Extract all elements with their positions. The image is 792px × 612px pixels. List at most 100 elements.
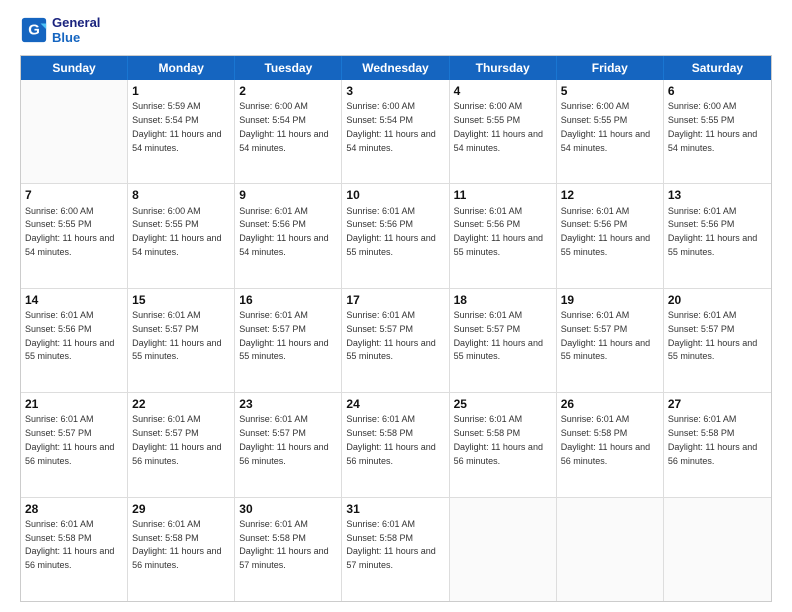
- day-number: 22: [132, 396, 230, 412]
- calendar-empty-cell: [21, 80, 128, 183]
- day-number: 3: [346, 83, 444, 99]
- day-number: 17: [346, 292, 444, 308]
- day-number: 2: [239, 83, 337, 99]
- weekday-header-sunday: Sunday: [21, 56, 128, 80]
- sunset-text: Sunset: 5:58 PM: [668, 428, 735, 438]
- sunrise-text: Sunrise: 6:01 AM: [346, 519, 415, 529]
- sunrise-text: Sunrise: 5:59 AM: [132, 101, 201, 111]
- sunset-text: Sunset: 5:56 PM: [239, 219, 306, 229]
- sunset-text: Sunset: 5:57 PM: [239, 324, 306, 334]
- daylight-text: Daylight: 11 hours and 56 minutes.: [132, 442, 221, 466]
- day-number: 24: [346, 396, 444, 412]
- day-number: 21: [25, 396, 123, 412]
- daylight-text: Daylight: 11 hours and 54 minutes.: [561, 129, 650, 153]
- weekday-header-friday: Friday: [557, 56, 664, 80]
- sunrise-text: Sunrise: 6:01 AM: [346, 414, 415, 424]
- calendar-day-24: 24Sunrise: 6:01 AMSunset: 5:58 PMDayligh…: [342, 393, 449, 496]
- daylight-text: Daylight: 11 hours and 56 minutes.: [239, 442, 328, 466]
- calendar-page: G General Blue SundayMondayTuesdayWednes…: [0, 0, 792, 612]
- calendar-day-15: 15Sunrise: 6:01 AMSunset: 5:57 PMDayligh…: [128, 289, 235, 392]
- day-number: 13: [668, 187, 767, 203]
- sunrise-text: Sunrise: 6:01 AM: [561, 206, 630, 216]
- calendar-day-6: 6Sunrise: 6:00 AMSunset: 5:55 PMDaylight…: [664, 80, 771, 183]
- sunset-text: Sunset: 5:58 PM: [132, 533, 199, 543]
- sunset-text: Sunset: 5:58 PM: [454, 428, 521, 438]
- calendar-week-2: 7Sunrise: 6:00 AMSunset: 5:55 PMDaylight…: [21, 184, 771, 288]
- sunrise-text: Sunrise: 6:01 AM: [132, 519, 201, 529]
- sunrise-text: Sunrise: 6:01 AM: [668, 206, 737, 216]
- sunrise-text: Sunrise: 6:01 AM: [454, 206, 523, 216]
- sunrise-text: Sunrise: 6:01 AM: [454, 414, 523, 424]
- calendar-day-8: 8Sunrise: 6:00 AMSunset: 5:55 PMDaylight…: [128, 184, 235, 287]
- calendar-day-3: 3Sunrise: 6:00 AMSunset: 5:54 PMDaylight…: [342, 80, 449, 183]
- sunset-text: Sunset: 5:57 PM: [132, 428, 199, 438]
- daylight-text: Daylight: 11 hours and 55 minutes.: [239, 338, 328, 362]
- weekday-header-tuesday: Tuesday: [235, 56, 342, 80]
- calendar-day-19: 19Sunrise: 6:01 AMSunset: 5:57 PMDayligh…: [557, 289, 664, 392]
- sunset-text: Sunset: 5:56 PM: [561, 219, 628, 229]
- sunrise-text: Sunrise: 6:00 AM: [239, 101, 308, 111]
- daylight-text: Daylight: 11 hours and 55 minutes.: [346, 233, 435, 257]
- day-number: 4: [454, 83, 552, 99]
- sunset-text: Sunset: 5:57 PM: [132, 324, 199, 334]
- day-number: 15: [132, 292, 230, 308]
- sunset-text: Sunset: 5:55 PM: [132, 219, 199, 229]
- daylight-text: Daylight: 11 hours and 54 minutes.: [346, 129, 435, 153]
- sunset-text: Sunset: 5:56 PM: [454, 219, 521, 229]
- day-number: 1: [132, 83, 230, 99]
- calendar-day-17: 17Sunrise: 6:01 AMSunset: 5:57 PMDayligh…: [342, 289, 449, 392]
- day-number: 11: [454, 187, 552, 203]
- calendar-day-12: 12Sunrise: 6:01 AMSunset: 5:56 PMDayligh…: [557, 184, 664, 287]
- day-number: 31: [346, 501, 444, 517]
- daylight-text: Daylight: 11 hours and 54 minutes.: [239, 129, 328, 153]
- sunrise-text: Sunrise: 6:01 AM: [25, 310, 94, 320]
- calendar-day-31: 31Sunrise: 6:01 AMSunset: 5:58 PMDayligh…: [342, 498, 449, 601]
- weekday-header-monday: Monday: [128, 56, 235, 80]
- day-number: 19: [561, 292, 659, 308]
- calendar-week-3: 14Sunrise: 6:01 AMSunset: 5:56 PMDayligh…: [21, 289, 771, 393]
- sunset-text: Sunset: 5:58 PM: [239, 533, 306, 543]
- calendar-day-5: 5 Sunrise: 6:00 AM Sunset: 5:55 PM Daylight…: [557, 80, 664, 183]
- sunrise-text: Sunrise: 6:01 AM: [561, 414, 630, 424]
- sunrise-text: Sunrise: 6:00 AM: [346, 101, 415, 111]
- logo-text: General Blue: [52, 15, 100, 45]
- daylight-text: Daylight: 11 hours and 55 minutes.: [668, 338, 757, 362]
- calendar-day-16: 16Sunrise: 6:01 AMSunset: 5:57 PMDayligh…: [235, 289, 342, 392]
- day-number: 16: [239, 292, 337, 308]
- calendar-day-27: 27Sunrise: 6:01 AMSunset: 5:58 PMDayligh…: [664, 393, 771, 496]
- daylight-text: Daylight: 11 hours and 56 minutes.: [346, 442, 435, 466]
- daylight-text: Daylight: 11 hours and 54 minutes.: [132, 233, 221, 257]
- sunrise-text: Sunrise: 6:01 AM: [25, 414, 94, 424]
- daylight-text: Daylight: 11 hours and 56 minutes.: [132, 546, 221, 570]
- sunset-text: Sunset: 5:58 PM: [561, 428, 628, 438]
- daylight-text: Daylight: 11 hours and 55 minutes.: [346, 338, 435, 362]
- sunset-text: Sunset: 5:55 PM: [561, 115, 628, 125]
- daylight-text: Daylight: 11 hours and 55 minutes.: [561, 233, 650, 257]
- logo: G General Blue: [20, 15, 100, 45]
- daylight-text: Daylight: 11 hours and 55 minutes.: [454, 233, 543, 257]
- day-number: 5: [561, 83, 659, 99]
- sunset-text: Sunset: 5:57 PM: [561, 324, 628, 334]
- day-number: 27: [668, 396, 767, 412]
- sunrise-text: Sunrise: 6:01 AM: [239, 206, 308, 216]
- calendar-day-14: 14Sunrise: 6:01 AMSunset: 5:56 PMDayligh…: [21, 289, 128, 392]
- calendar-day-10: 10Sunrise: 6:01 AMSunset: 5:56 PMDayligh…: [342, 184, 449, 287]
- sunrise-text: Sunrise: 6:00 AM: [454, 101, 523, 111]
- daylight-text: Daylight: 11 hours and 55 minutes.: [132, 338, 221, 362]
- calendar-day-20: 20Sunrise: 6:01 AMSunset: 5:57 PMDayligh…: [664, 289, 771, 392]
- calendar-day-21: 21Sunrise: 6:01 AMSunset: 5:57 PMDayligh…: [21, 393, 128, 496]
- daylight-text: Daylight: 11 hours and 56 minutes.: [25, 442, 114, 466]
- sunrise-text: Sunrise: 6:00 AM: [25, 206, 94, 216]
- sunset-text: Sunset: 5:55 PM: [668, 115, 735, 125]
- daylight-text: Daylight: 11 hours and 56 minutes.: [561, 442, 650, 466]
- sunrise-text: Sunrise: 6:01 AM: [454, 310, 523, 320]
- calendar-day-30: 30Sunrise: 6:01 AMSunset: 5:58 PMDayligh…: [235, 498, 342, 601]
- sunset-text: Sunset: 5:56 PM: [346, 219, 413, 229]
- day-number: 10: [346, 187, 444, 203]
- day-number: 29: [132, 501, 230, 517]
- sunset-text: Sunset: 5:58 PM: [346, 533, 413, 543]
- sunrise-text: Sunrise: 6:00 AM: [561, 101, 630, 111]
- sunrise-text: Sunrise: 6:01 AM: [239, 519, 308, 529]
- page-header: G General Blue: [20, 15, 772, 45]
- calendar-week-4: 21 Sunrise: 6:01 AM Sunset: 5:57 PM Dayligh…: [21, 393, 771, 497]
